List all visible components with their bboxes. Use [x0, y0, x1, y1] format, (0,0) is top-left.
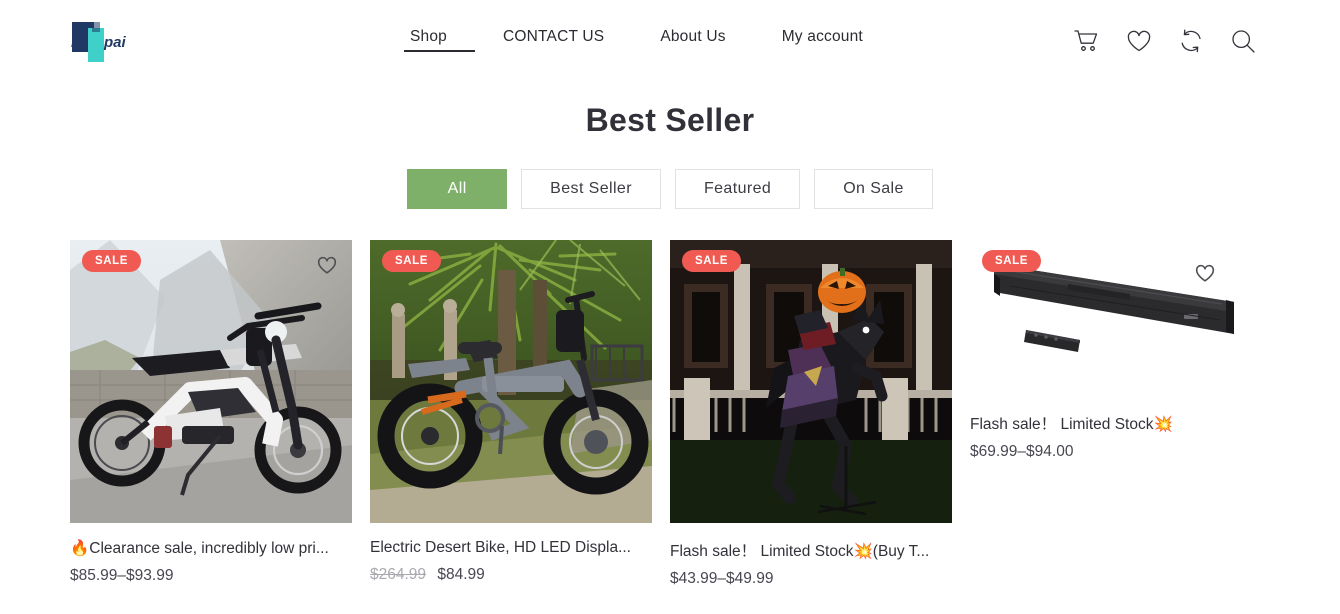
nav-item-contact-us[interactable]: CONTACT US	[475, 28, 632, 46]
sale-badge: SALE	[382, 250, 442, 272]
product-image-halloween-horseman[interactable]	[670, 240, 952, 523]
product-old-price: $264.99	[370, 566, 427, 583]
cart-icon[interactable]	[1072, 26, 1102, 56]
compare-icon[interactable]	[1176, 26, 1206, 56]
product-price-range: $43.99–$49.99	[670, 570, 774, 587]
desert-bike-illustration	[370, 240, 652, 523]
wishlist-heart-icon[interactable]	[316, 254, 338, 276]
nav-item-my-account[interactable]: My account	[754, 28, 891, 46]
product-price-range: $69.99–$94.00	[970, 443, 1074, 460]
product-filter-tabs: All Best Seller Featured On Sale	[0, 169, 1340, 209]
nav-item-shop[interactable]: Shop	[404, 28, 475, 52]
product-grid: SALE 🔥Clearance sale, incredibly low pri…	[70, 240, 1270, 588]
page-title: Best Seller	[585, 102, 755, 138]
svg-text:re: re	[71, 34, 85, 51]
product-card: SALE Flash sale！ Limited Stock💥(Buy T...…	[670, 240, 952, 588]
sale-badge: SALE	[982, 250, 1042, 272]
filter-tab-all[interactable]: All	[407, 169, 508, 209]
sale-badge: SALE	[682, 250, 742, 272]
filter-tab-featured[interactable]: Featured	[674, 169, 801, 209]
product-sale-price: $84.99	[437, 566, 485, 583]
product-image-desert-bike[interactable]	[370, 240, 652, 523]
product-card: SALE 🔥Clearance sale, incredibly low pri…	[70, 240, 352, 588]
dirt-bike-illustration	[70, 240, 352, 523]
filter-tab-on-sale[interactable]: On Sale	[814, 169, 933, 209]
halloween-horseman-illustration	[670, 240, 952, 523]
product-title[interactable]: 🔥Clearance sale, incredibly low pri...	[70, 539, 352, 558]
site-header: re pai Shop CONTACT US About Us My accou…	[0, 0, 1340, 82]
product-price: $69.99–$94.00	[970, 443, 1252, 461]
product-title[interactable]: Electric Desert Bike, HD LED Displa...	[370, 539, 652, 557]
wishlist-heart-icon[interactable]	[1124, 26, 1154, 56]
product-price-range: $85.99–$93.99	[70, 567, 174, 584]
product-price: $43.99–$49.99	[670, 570, 952, 588]
search-icon[interactable]	[1228, 26, 1258, 56]
logo-mark: re pai	[71, 22, 127, 62]
main-navigation: Shop CONTACT US About Us My account	[404, 28, 891, 52]
header-icon-group	[1072, 26, 1258, 56]
wishlist-heart-icon[interactable]	[1194, 262, 1216, 284]
product-price: $264.99 $84.99	[370, 566, 652, 584]
product-image-dirt-bike[interactable]	[70, 240, 352, 523]
sale-badge: SALE	[82, 250, 142, 272]
product-title[interactable]: Flash sale！ Limited Stock💥(Buy T...	[670, 539, 952, 561]
nav-item-about-us[interactable]: About Us	[632, 28, 753, 46]
filter-tab-best-seller[interactable]: Best Seller	[521, 169, 661, 209]
product-card: SALE Flash sale！ Limited Stock💥 $69.99–$…	[970, 240, 1252, 588]
product-card: SALE Electric Desert Bike, HD LED Displa…	[370, 240, 652, 588]
product-price: $85.99–$93.99	[70, 567, 352, 585]
site-logo[interactable]: re pai	[68, 16, 130, 66]
svg-text:pai: pai	[103, 34, 127, 51]
product-title[interactable]: Flash sale！ Limited Stock💥	[970, 412, 1252, 434]
